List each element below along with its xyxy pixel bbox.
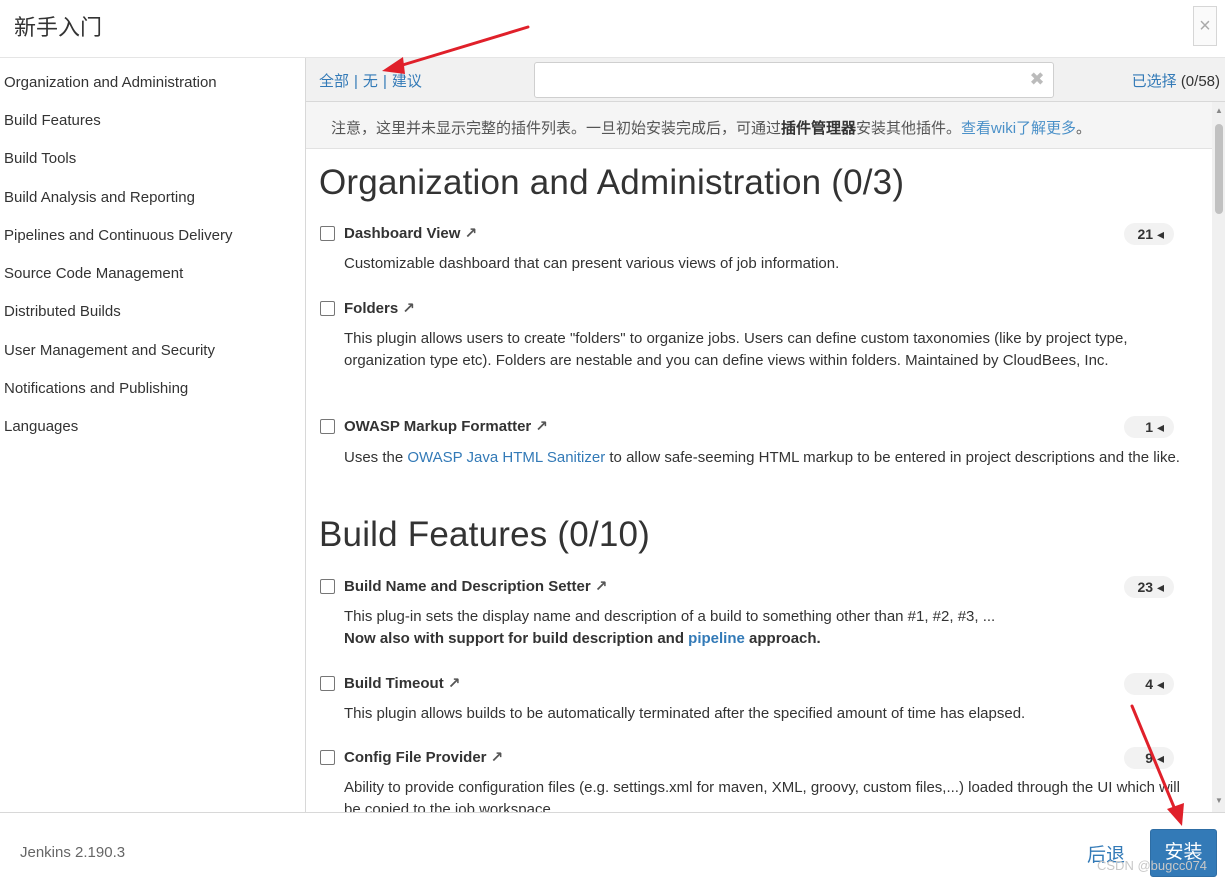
description-text: approach. bbox=[744, 630, 821, 647]
external-link-icon: ↗ bbox=[490, 749, 504, 766]
scroll-down-icon[interactable]: ▼ bbox=[1215, 796, 1223, 805]
notice-text-part: 安装其他插件。 bbox=[856, 120, 962, 137]
external-link-icon: ↗ bbox=[402, 300, 415, 317]
external-link-icon: ↗ bbox=[594, 578, 608, 595]
plugin-name-link[interactable]: Dashboard View ↗ bbox=[344, 224, 477, 242]
dialog-title: 新手入门 bbox=[14, 15, 103, 40]
plugin-name-link[interactable]: OWASP Markup Formatter ↗ bbox=[344, 417, 548, 435]
plugin-name-link[interactable]: Build Timeout ↗ bbox=[344, 674, 460, 692]
close-button[interactable]: × bbox=[1193, 6, 1217, 46]
plugin-name: Config File Provider bbox=[344, 749, 487, 766]
external-link-icon: ↗ bbox=[464, 225, 478, 242]
owasp-sanitizer-link[interactable]: OWASP Java HTML Sanitizer bbox=[407, 449, 605, 466]
plugin-name-link[interactable]: Folders ↗ bbox=[344, 299, 415, 317]
dependency-badge[interactable]: 1 ◂ bbox=[1124, 416, 1174, 438]
badge-count: 21 bbox=[1137, 226, 1154, 242]
badge-count: 4 bbox=[1145, 676, 1154, 692]
plugin-list-panel: 注意，这里并未显示完整的插件列表。一旦初始安装完成后，可通过插件管理器安装其他插… bbox=[306, 102, 1225, 812]
notice-text-part: 。 bbox=[1076, 120, 1092, 137]
wiki-link[interactable]: 查看wiki了解更多 bbox=[961, 120, 1076, 137]
plugin-description: Customizable dashboard that can present … bbox=[344, 255, 840, 272]
select-all-link[interactable]: 全部 bbox=[319, 73, 349, 90]
description-text: Uses the bbox=[344, 449, 408, 466]
plugin-name: Folders bbox=[344, 300, 399, 317]
sidebar-item-distributed-builds[interactable]: Distributed Builds bbox=[4, 303, 121, 320]
caret-left-icon: ◂ bbox=[1156, 579, 1164, 595]
plugin-manager-text: 插件管理器 bbox=[781, 120, 857, 137]
plugin-name: Build Name and Description Setter bbox=[344, 578, 591, 595]
sidebar-item-pipelines-and-continuous-delivery[interactable]: Pipelines and Continuous Delivery bbox=[4, 227, 232, 244]
selected-count: (0/58) bbox=[1180, 73, 1220, 90]
jenkins-version: Jenkins 2.190.3 bbox=[20, 844, 126, 861]
plugin-checkbox[interactable] bbox=[320, 750, 335, 765]
section-title-build-features: Build Features (0/10) bbox=[319, 515, 651, 554]
plugin-checkbox[interactable] bbox=[320, 676, 335, 691]
external-link-icon: ↗ bbox=[447, 675, 461, 692]
description-text: This plug-in sets the display name and d… bbox=[344, 608, 996, 625]
selected-count-link[interactable]: 已选择 (0/58) bbox=[1132, 70, 1220, 91]
plugin-name: Dashboard View bbox=[344, 225, 461, 242]
description-text: Now also with support for build descript… bbox=[344, 630, 689, 647]
external-link-icon: ↗ bbox=[535, 418, 548, 435]
sidebar-item-build-analysis-and-reporting[interactable]: Build Analysis and Reporting bbox=[4, 189, 195, 206]
badge-count: 1 bbox=[1145, 419, 1154, 435]
select-none-link[interactable]: 无 bbox=[363, 73, 378, 90]
dependency-badge[interactable]: 9 ◂ bbox=[1124, 747, 1174, 769]
plugin-checkbox[interactable] bbox=[320, 419, 335, 434]
plugin-description: This plugin allows users to create "fold… bbox=[344, 330, 1128, 369]
description-text: to allow safe-seeming HTML markup to be … bbox=[605, 449, 1180, 466]
link-separator: | bbox=[354, 73, 358, 90]
notice-text-part: 注意，这里并未显示完整的插件列表。一旦初始安装完成后，可通过 bbox=[331, 120, 782, 137]
category-sidebar: Organization and Administration Build Fe… bbox=[0, 58, 306, 812]
sidebar-item-user-management-and-security[interactable]: User Management and Security bbox=[4, 342, 215, 359]
plugin-name: OWASP Markup Formatter bbox=[344, 418, 532, 435]
sidebar-item-languages[interactable]: Languages bbox=[4, 418, 78, 435]
plugin-toolbar: 全部 | 无 | 建议 ✖ 已选择 (0/58) bbox=[306, 58, 1225, 102]
plugin-search-input[interactable] bbox=[534, 62, 1054, 98]
plugin-description: This plug-in sets the display name and d… bbox=[344, 606, 1186, 650]
notice-text: 注意，这里并未显示完整的插件列表。一旦初始安装完成后，可通过插件管理器安装其他插… bbox=[331, 117, 1091, 138]
scrollbar-thumb[interactable] bbox=[1215, 124, 1223, 214]
plugin-description: Uses the OWASP Java HTML Sanitizer to al… bbox=[344, 447, 1186, 469]
caret-left-icon: ◂ bbox=[1156, 419, 1164, 435]
badge-count: 9 bbox=[1145, 750, 1154, 766]
plugin-notice: 注意，这里并未显示完整的插件列表。一旦初始安装完成后，可通过插件管理器安装其他插… bbox=[306, 102, 1212, 149]
pipeline-link[interactable]: pipeline bbox=[688, 630, 745, 647]
select-suggested-link[interactable]: 建议 bbox=[392, 73, 422, 90]
dialog-header: 新手入门 × bbox=[0, 0, 1225, 58]
sidebar-item-notifications-and-publishing[interactable]: Notifications and Publishing bbox=[4, 380, 188, 397]
caret-left-icon: ◂ bbox=[1156, 676, 1164, 692]
caret-left-icon: ◂ bbox=[1156, 750, 1164, 766]
plugin-checkbox[interactable] bbox=[320, 301, 335, 316]
plugin-name-link[interactable]: Build Name and Description Setter ↗ bbox=[344, 577, 607, 595]
caret-left-icon: ◂ bbox=[1156, 226, 1164, 242]
dependency-badge[interactable]: 23 ◂ bbox=[1124, 576, 1174, 598]
plugin-description: This plugin allows builds to be automati… bbox=[344, 705, 1026, 722]
selection-links: 全部 | 无 | 建议 bbox=[319, 70, 422, 91]
dialog-footer: Jenkins 2.190.3 后退 安装 CSDN @bugcc074 bbox=[0, 812, 1225, 881]
scroll-up-icon[interactable]: ▲ bbox=[1215, 106, 1223, 115]
plugin-checkbox[interactable] bbox=[320, 579, 335, 594]
badge-count: 23 bbox=[1137, 579, 1154, 595]
link-separator: | bbox=[382, 73, 387, 90]
sidebar-item-build-features[interactable]: Build Features bbox=[4, 112, 101, 129]
selected-label: 已选择 bbox=[1131, 73, 1177, 90]
section-title-organization: Organization and Administration (0/3) bbox=[319, 163, 905, 202]
watermark: CSDN @bugcc074 bbox=[1097, 858, 1208, 873]
sidebar-item-organization-and-administration[interactable]: Organization and Administration bbox=[4, 74, 217, 91]
plugin-description: Ability to provide configuration files (… bbox=[344, 779, 1180, 812]
description-text: Now also with support for build descript… bbox=[344, 628, 1186, 650]
clear-search-icon[interactable]: ✖ bbox=[1028, 67, 1046, 91]
sidebar-item-source-code-management[interactable]: Source Code Management bbox=[4, 265, 183, 282]
dependency-badge[interactable]: 4 ◂ bbox=[1124, 673, 1174, 695]
plugin-name-link[interactable]: Config File Provider ↗ bbox=[344, 748, 503, 766]
plugin-checkbox[interactable] bbox=[320, 226, 335, 241]
dependency-badge[interactable]: 21 ◂ bbox=[1124, 223, 1174, 245]
content-scrollbar[interactable]: ▲ ▼ bbox=[1212, 102, 1225, 812]
sidebar-item-build-tools[interactable]: Build Tools bbox=[4, 150, 76, 167]
plugin-name: Build Timeout bbox=[344, 675, 444, 692]
